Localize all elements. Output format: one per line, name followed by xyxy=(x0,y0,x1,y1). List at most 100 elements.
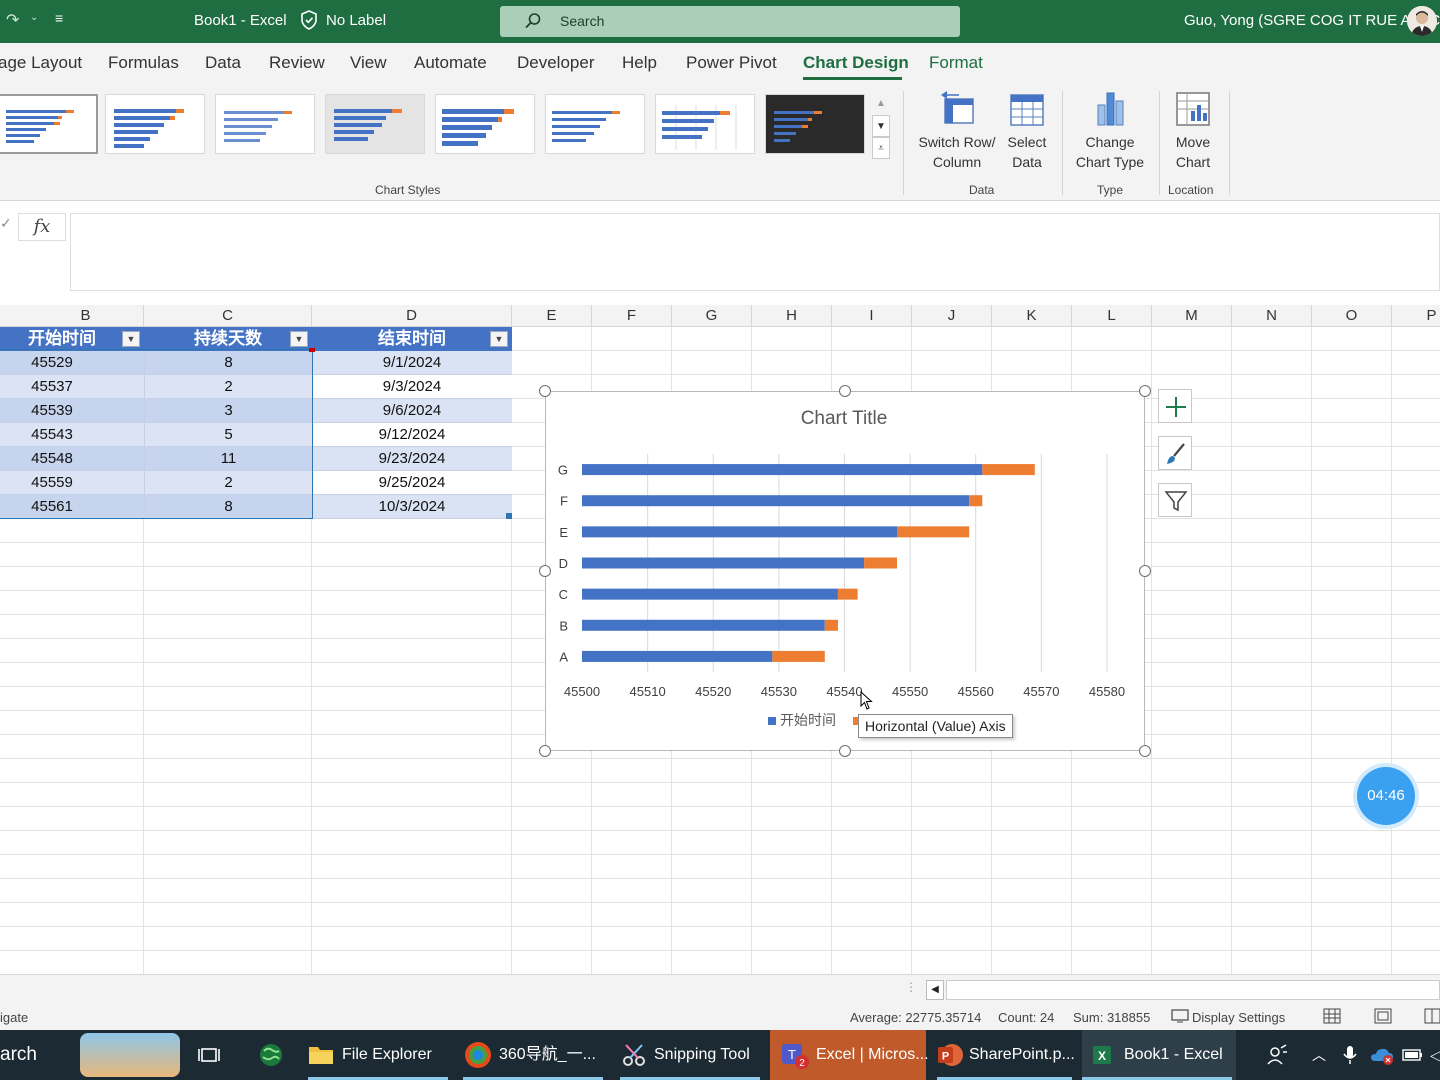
bar-start-time[interactable] xyxy=(582,526,897,538)
table-cell[interactable]: 9/1/2024 xyxy=(312,351,512,375)
y-category-label[interactable]: B xyxy=(559,618,568,633)
resize-handle[interactable] xyxy=(1139,565,1151,577)
task-view-icon[interactable] xyxy=(197,1030,223,1080)
table-cell[interactable]: 45561 xyxy=(0,495,144,519)
user-name[interactable]: Guo, Yong (SGRE COG IT RUE APAC) xyxy=(1184,12,1440,29)
bar-start-time[interactable] xyxy=(582,588,838,600)
table-header-end[interactable]: 结束时间 xyxy=(312,327,512,351)
bar-duration[interactable] xyxy=(897,526,970,538)
tab-review[interactable]: Review xyxy=(269,53,325,73)
taskbar-snipping-tool[interactable]: Snipping Tool xyxy=(620,1030,760,1080)
column-header[interactable]: M xyxy=(1152,305,1232,327)
bar-duration[interactable] xyxy=(824,619,838,631)
bar-start-time[interactable] xyxy=(582,557,865,569)
shield-icon[interactable] xyxy=(300,10,318,34)
formula-input[interactable] xyxy=(70,213,1440,291)
display-settings-button[interactable]: Display Settings xyxy=(1192,1010,1285,1025)
accessibility-status[interactable]: igate xyxy=(0,1010,28,1025)
table-cell[interactable]: 9/23/2024 xyxy=(312,447,512,471)
tab-developer[interactable]: Developer xyxy=(517,53,595,73)
taskbar-file-explorer[interactable]: File Explorer xyxy=(308,1030,448,1080)
table-cell[interactable]: 9/12/2024 xyxy=(312,423,512,447)
column-header[interactable]: E xyxy=(512,305,592,327)
scroll-left-icon[interactable]: ◀ xyxy=(926,980,944,1000)
x-tick-label[interactable]: 45580 xyxy=(1089,684,1125,699)
tab-help[interactable]: Help xyxy=(622,53,657,73)
column-header[interactable]: P xyxy=(1392,305,1440,327)
filter-dropdown-icon[interactable]: ▼ xyxy=(290,331,308,347)
x-tick-label[interactable]: 45530 xyxy=(761,684,797,699)
column-header[interactable]: D xyxy=(312,305,512,327)
column-header[interactable]: I xyxy=(832,305,912,327)
tab-chart-design[interactable]: Chart Design xyxy=(803,53,909,73)
x-tick-label[interactable]: 45510 xyxy=(630,684,666,699)
change-chart-type-button[interactable]: Change Chart Type xyxy=(1068,89,1152,172)
table-header-duration[interactable]: 持续天数 xyxy=(144,327,312,351)
x-tick-label[interactable]: 45540 xyxy=(826,684,862,699)
column-header[interactable]: B xyxy=(0,305,144,327)
y-category-label[interactable]: A xyxy=(559,649,568,664)
chart-legend[interactable]: 开始时间 xyxy=(768,713,861,729)
globe-app-icon[interactable] xyxy=(258,1030,286,1080)
confirm-icon[interactable]: ✓ xyxy=(0,209,12,237)
insert-function-button[interactable]: fx xyxy=(18,213,66,241)
y-category-label[interactable]: E xyxy=(559,525,568,540)
column-header[interactable]: H xyxy=(752,305,832,327)
table-cell[interactable]: 5 xyxy=(144,423,312,447)
normal-view-icon[interactable] xyxy=(1323,1008,1341,1027)
select-data-button[interactable]: Select Data xyxy=(1004,89,1050,172)
table-cell[interactable]: 45539 xyxy=(0,399,144,423)
chart-style-8[interactable] xyxy=(765,94,865,154)
taskbar-360-browser[interactable]: 360导航_一... xyxy=(463,1030,603,1080)
taskbar-teams-excel[interactable]: T 2 Excel | Micros... xyxy=(780,1030,929,1080)
column-header[interactable]: N xyxy=(1232,305,1312,327)
more-styles-icon[interactable]: ⩡ xyxy=(872,137,890,159)
resize-handle[interactable] xyxy=(539,565,551,577)
chart-style-7[interactable] xyxy=(655,94,755,154)
page-layout-view-icon[interactable] xyxy=(1374,1008,1392,1027)
x-tick-label[interactable]: 45560 xyxy=(958,684,994,699)
chart-style-1[interactable] xyxy=(0,94,98,154)
legend-label-start-time[interactable]: 开始时间 xyxy=(780,713,836,729)
chevron-down-icon[interactable]: ⌄ xyxy=(30,12,38,23)
sensitivity-label[interactable]: No Label xyxy=(326,12,386,29)
chart-title[interactable]: Chart Title xyxy=(801,408,888,429)
table-cell[interactable]: 45559 xyxy=(0,471,144,495)
bar-duration[interactable] xyxy=(982,464,1035,476)
chart-elements-button[interactable] xyxy=(1158,389,1192,423)
table-cell[interactable]: 8 xyxy=(144,495,312,519)
table-cell[interactable]: 3 xyxy=(144,399,312,423)
y-category-label[interactable]: G xyxy=(558,463,568,478)
battery-icon[interactable] xyxy=(1402,1030,1424,1080)
taskbar-powerpoint[interactable]: P SharePoint.p... xyxy=(937,1030,1075,1080)
table-cell[interactable]: 8 xyxy=(144,351,312,375)
tab-formulas[interactable]: Formulas xyxy=(108,53,179,73)
column-header[interactable]: G xyxy=(672,305,752,327)
redo-icon[interactable]: ↷ xyxy=(6,10,19,30)
customize-qat-icon[interactable]: ≡ xyxy=(55,10,63,26)
chart-style-4[interactable] xyxy=(325,94,425,154)
filter-dropdown-icon[interactable]: ▼ xyxy=(122,331,140,347)
move-chart-button[interactable]: Move Chart xyxy=(1166,89,1220,172)
bar-duration[interactable] xyxy=(772,650,825,662)
status-count[interactable]: Count: 24 xyxy=(998,1010,1054,1025)
chart-filters-button[interactable] xyxy=(1158,483,1192,517)
status-sum[interactable]: Sum: 318855 xyxy=(1073,1010,1150,1025)
y-category-label[interactable]: F xyxy=(560,494,568,509)
column-header[interactable]: K xyxy=(992,305,1072,327)
table-cell[interactable]: 2 xyxy=(144,375,312,399)
resize-handle[interactable] xyxy=(1139,745,1151,757)
horizontal-scrollbar[interactable] xyxy=(946,980,1440,1000)
table-cell[interactable]: 45543 xyxy=(0,423,144,447)
bar-duration[interactable] xyxy=(864,557,897,569)
bar-start-time[interactable] xyxy=(582,495,970,507)
column-header[interactable]: L xyxy=(1072,305,1152,327)
table-cell[interactable]: 45529 xyxy=(0,351,144,375)
x-tick-label[interactable]: 45520 xyxy=(695,684,731,699)
legend-swatch-start-time[interactable] xyxy=(768,717,776,725)
tab-automate[interactable]: Automate xyxy=(414,53,487,73)
table-cell[interactable]: 2 xyxy=(144,471,312,495)
resize-handle[interactable] xyxy=(839,385,851,397)
chart-styles-button[interactable] xyxy=(1158,436,1192,470)
search-box[interactable]: Search xyxy=(500,6,960,37)
